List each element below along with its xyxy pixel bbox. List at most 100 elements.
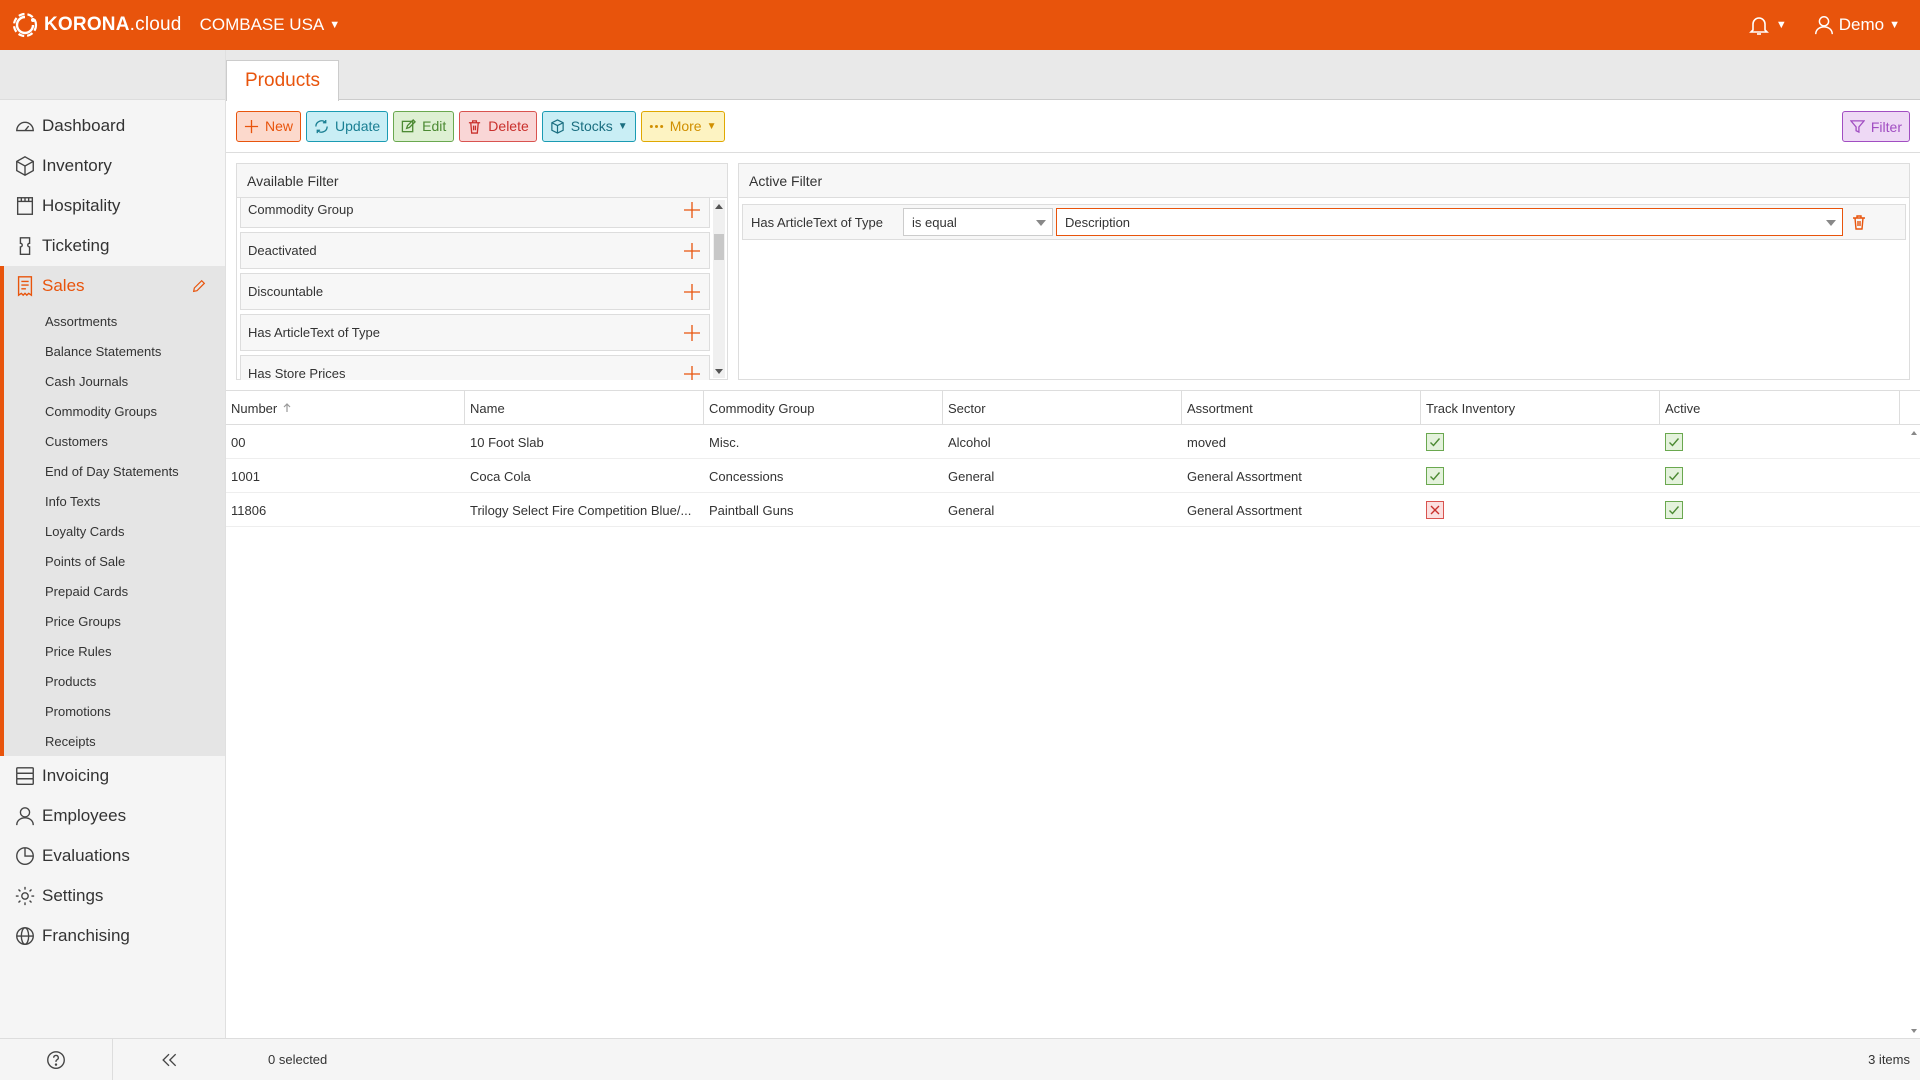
- caret-down-icon: ▼: [1889, 19, 1900, 31]
- refresh-icon: [315, 119, 328, 133]
- operator-select[interactable]: is equal: [903, 208, 1053, 236]
- sidebar-item-invoicing[interactable]: Invoicing: [0, 756, 225, 796]
- sidebar-subitem-end-of-day-statements[interactable]: End of Day Statements: [4, 456, 225, 486]
- table-row[interactable]: 11806 Trilogy Select Fire Competition Bl…: [226, 493, 1920, 527]
- help-icon: [47, 1051, 65, 1069]
- sidebar-subitem-price-rules[interactable]: Price Rules: [4, 636, 225, 666]
- column-header-track-inventory[interactable]: Track Inventory: [1421, 391, 1660, 425]
- plus-icon[interactable]: [683, 201, 701, 219]
- scroll-up-icon[interactable]: [1911, 431, 1917, 435]
- edit-icon: [401, 118, 417, 132]
- sidebar-item-hospitality[interactable]: Hospitality: [0, 186, 225, 226]
- table-row[interactable]: 00 10 Foot Slab Misc. Alcohol moved: [226, 425, 1920, 459]
- scroll-thumb[interactable]: [714, 234, 724, 260]
- column-header-sector[interactable]: Sector: [943, 391, 1182, 425]
- caret-down-icon: ▼: [617, 120, 628, 132]
- sidebar-item-dashboard[interactable]: Dashboard: [0, 106, 225, 146]
- sidebar-item-evaluations[interactable]: Evaluations: [0, 836, 225, 876]
- dashboard-icon: [16, 121, 34, 132]
- column-header-assortment[interactable]: Assortment: [1182, 391, 1421, 425]
- column-header-name[interactable]: Name: [465, 391, 704, 425]
- edit-button[interactable]: Edit: [393, 110, 455, 142]
- filter-button[interactable]: Filter: [1841, 111, 1910, 142]
- active-filter-panel: Active Filter Has ArticleText of Type is…: [738, 163, 1910, 380]
- sidebar-subitem-points-of-sale[interactable]: Points of Sale: [4, 546, 225, 576]
- sidebar-subitem-prepaid-cards[interactable]: Prepaid Cards: [4, 576, 225, 606]
- toolbar: New Update Edit Delete Stocks ▼ More ▼ F…: [226, 100, 1920, 153]
- available-filter-list: Commodity Group Deactivated Discountable…: [237, 198, 713, 380]
- sidebar-subitem-receipts[interactable]: Receipts: [4, 726, 225, 756]
- scroll-down-icon[interactable]: [1911, 1029, 1917, 1033]
- filter-area: Available Filter Commodity Group Deactiv…: [236, 163, 1910, 380]
- sidebar-subitem-commodity-groups[interactable]: Commodity Groups: [4, 396, 225, 426]
- tab-bar: Products: [226, 50, 1920, 101]
- plus-icon[interactable]: [683, 365, 701, 381]
- sidebar-subitem-products[interactable]: Products: [4, 666, 225, 696]
- sidebar-item-sales[interactable]: Sales: [0, 266, 225, 306]
- available-filter-scrollbar[interactable]: [713, 200, 725, 378]
- main-content: Products New Update Edit Delete Stocks ▼…: [226, 50, 1920, 1080]
- table-row[interactable]: 1001 Coca Cola Concessions General Gener…: [226, 459, 1920, 493]
- available-filter-item[interactable]: Deactivated: [240, 232, 710, 269]
- plus-icon[interactable]: [683, 324, 701, 342]
- available-filter-item[interactable]: Commodity Group: [240, 198, 710, 228]
- help-button[interactable]: [0, 1039, 112, 1080]
- scroll-down-icon[interactable]: [715, 369, 723, 374]
- user-icon: [16, 807, 34, 826]
- new-button[interactable]: New: [236, 110, 302, 142]
- sidebar-item-inventory[interactable]: Inventory: [0, 146, 225, 186]
- delete-button[interactable]: Delete: [459, 110, 537, 142]
- sidebar-subitem-promotions[interactable]: Promotions: [4, 696, 225, 726]
- scroll-up-icon[interactable]: [715, 204, 723, 209]
- funnel-icon: [1849, 120, 1865, 134]
- sidebar: Dashboard Inventory Hospitality Ticketin…: [0, 50, 226, 1080]
- checkbox-unchecked-x-icon: [1426, 501, 1444, 519]
- column-header-active[interactable]: Active: [1660, 391, 1900, 425]
- user-icon: [1814, 16, 1833, 35]
- filter-value-select[interactable]: Description: [1056, 208, 1843, 236]
- sidebar-item-franchising[interactable]: Franchising: [0, 916, 225, 956]
- checkbox-checked-icon: [1665, 501, 1683, 519]
- korona-logo-icon: [12, 12, 38, 38]
- plus-icon[interactable]: [683, 283, 701, 301]
- sidebar-item-ticketing[interactable]: Ticketing: [0, 226, 225, 266]
- checkbox-checked-icon: [1665, 467, 1683, 485]
- available-filter-item[interactable]: Discountable: [240, 273, 710, 310]
- sidebar-subitem-loyalty-cards[interactable]: Loyalty Cards: [4, 516, 225, 546]
- available-filter-item[interactable]: Has ArticleText of Type: [240, 314, 710, 351]
- ellipsis-icon: [649, 124, 663, 128]
- bell-icon: [1748, 17, 1769, 35]
- sidebar-subitem-info-texts[interactable]: Info Texts: [4, 486, 225, 516]
- company-name: COMBASE USA: [199, 15, 325, 34]
- table-scrollbar[interactable]: [1908, 425, 1920, 1039]
- company-selector[interactable]: COMBASE USA ▼: [200, 15, 341, 35]
- brand-logo[interactable]: KORONA.cloud: [8, 0, 182, 50]
- sidebar-subitem-price-groups[interactable]: Price Groups: [4, 606, 225, 636]
- stocks-button[interactable]: Stocks ▼: [541, 110, 636, 142]
- double-chevron-left-icon: [161, 1053, 176, 1067]
- active-filter-title: Active Filter: [739, 164, 1909, 198]
- top-bar: KORONA.cloud COMBASE USA ▼ ▼ Demo ▼: [0, 0, 1920, 50]
- receipt-icon: [17, 276, 33, 297]
- pencil-icon[interactable]: [191, 278, 207, 294]
- column-header-commodity-group[interactable]: Commodity Group: [704, 391, 943, 425]
- status-bar: 0 selected 3 items: [226, 1038, 1920, 1080]
- update-button[interactable]: Update: [306, 110, 389, 142]
- sidebar-item-employees[interactable]: Employees: [0, 796, 225, 836]
- sidebar-subitem-assortments[interactable]: Assortments: [4, 306, 225, 336]
- collapse-sidebar-button[interactable]: [112, 1039, 224, 1080]
- sidebar-subitem-cash-journals[interactable]: Cash Journals: [4, 366, 225, 396]
- available-filter-item[interactable]: Has Store Prices: [240, 355, 710, 380]
- chevron-down-icon: [1826, 220, 1836, 226]
- plus-icon[interactable]: [683, 242, 701, 260]
- tab-products[interactable]: Products: [226, 60, 339, 101]
- remove-filter-trash-icon[interactable]: [1851, 214, 1867, 230]
- sidebar-subitem-customers[interactable]: Customers: [4, 426, 225, 456]
- user-name: Demo: [1838, 15, 1885, 34]
- sidebar-item-settings[interactable]: Settings: [0, 876, 225, 916]
- sidebar-subitem-balance-statements[interactable]: Balance Statements: [4, 336, 225, 366]
- column-header-number[interactable]: Number: [226, 391, 465, 425]
- user-menu[interactable]: Demo ▼: [1813, 14, 1900, 36]
- notifications-button[interactable]: ▼: [1747, 13, 1787, 37]
- more-button[interactable]: More ▼: [640, 110, 725, 142]
